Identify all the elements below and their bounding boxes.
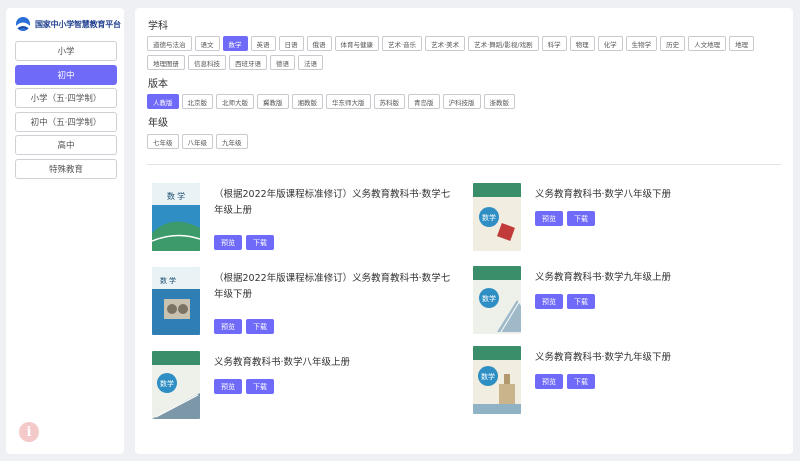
edition-chip[interactable]: 北京版 bbox=[181, 94, 213, 109]
nav-item-junior-54[interactable]: 初中（五·四学制） bbox=[15, 111, 117, 132]
edition-chip[interactable]: 人教版 bbox=[147, 94, 179, 109]
subject-chip[interactable]: 艺术·美术 bbox=[425, 36, 466, 51]
download-button[interactable]: 下载 bbox=[567, 294, 595, 309]
book-cover-text: 数学 bbox=[160, 379, 174, 388]
edition-chip[interactable]: 北师大版 bbox=[216, 94, 254, 109]
download-button[interactable]: 下载 bbox=[567, 211, 595, 226]
preview-button[interactable]: 预览 bbox=[214, 319, 242, 334]
grade-chip[interactable]: 八年级 bbox=[181, 134, 213, 149]
subject-chip[interactable]: 信息科技 bbox=[188, 55, 226, 70]
subject-chip[interactable]: 西班牙语 bbox=[229, 55, 267, 70]
preview-button[interactable]: 预览 bbox=[535, 374, 563, 389]
book-cover[interactable]: 数 学 bbox=[152, 267, 200, 335]
edition-chip[interactable]: 冀教版 bbox=[257, 94, 289, 109]
book-card: 数学 义务教育教科书·数学九年级上册 预览 下载 bbox=[473, 266, 773, 336]
book-cover[interactable]: 数学 bbox=[473, 183, 521, 251]
book-cover-text: 数学 bbox=[482, 213, 496, 222]
subject-chip[interactable]: 化学 bbox=[597, 36, 623, 51]
book-card: 数学 义务教育教科书·数学九年级下册 预览 下载 bbox=[473, 346, 773, 416]
book-card: 数学 义务教育教科书·数学八年级下册 预览 下载 bbox=[473, 183, 773, 253]
download-button[interactable]: 下载 bbox=[246, 379, 274, 394]
book-cover[interactable]: 数学 bbox=[473, 266, 521, 334]
edition-chip[interactable]: 青岛版 bbox=[408, 94, 440, 109]
subject-chip[interactable]: 英语 bbox=[250, 36, 276, 51]
subject-chip[interactable]: 艺术·音乐 bbox=[382, 36, 423, 51]
subject-chip[interactable]: 历史 bbox=[660, 36, 686, 51]
nav-item-special[interactable]: 特殊教育 bbox=[15, 158, 117, 179]
subject-label: 学科 bbox=[148, 21, 168, 32]
book-cover[interactable]: 数学 bbox=[473, 346, 521, 414]
grade-chip[interactable]: 七年级 bbox=[147, 134, 179, 149]
book-card: 数 学 （根据2022年版课程标准修订）义务教育教科书·数学七年级下册 预览 下… bbox=[152, 267, 452, 337]
platform-name: 国家中小学智慧教育平台 bbox=[35, 19, 121, 29]
subject-chip[interactable]: 科学 bbox=[541, 36, 567, 51]
download-button[interactable]: 下载 bbox=[246, 235, 274, 250]
subject-chip[interactable]: 体育与健康 bbox=[334, 36, 379, 51]
subject-chips: 道德与法治 语文 数学 英语 日语 俄语 体育与健康 艺术·音乐 艺术·美术 艺… bbox=[147, 36, 787, 70]
subject-chip[interactable]: 艺术·舞蹈/影视/戏剧 bbox=[468, 36, 539, 51]
subject-chip[interactable]: 法语 bbox=[298, 55, 323, 70]
download-button[interactable]: 下载 bbox=[246, 319, 274, 334]
book-cover-text: 数学 bbox=[482, 294, 496, 303]
nav-item-primary[interactable]: 小学 bbox=[15, 41, 117, 61]
edition-chip[interactable]: 苏科版 bbox=[373, 94, 405, 109]
preview-button[interactable]: 预览 bbox=[214, 379, 242, 394]
book-card: 数学 义务教育教科书·数学八年级上册 预览 下载 bbox=[152, 351, 452, 421]
book-card: 数 学 （根据2022年版课程标准修订）义务教育教科书·数学七年级上册 预览 下… bbox=[152, 183, 452, 253]
book-title[interactable]: 义务教育教科书·数学八年级下册 bbox=[535, 187, 773, 203]
book-cover[interactable]: 数 学 bbox=[152, 183, 200, 251]
subject-chip[interactable]: 日语 bbox=[278, 36, 304, 51]
edition-chip[interactable]: 华东师大版 bbox=[326, 94, 371, 109]
stage-nav: 小学 初中 小学（五·四学制） 初中（五·四学制） 高中 特殊教育 bbox=[15, 41, 117, 182]
book-cover[interactable]: 数学 bbox=[152, 351, 200, 419]
divider bbox=[147, 164, 781, 165]
book-cover-text: 数 学 bbox=[167, 191, 185, 201]
subject-chip[interactable]: 德语 bbox=[270, 55, 295, 70]
subject-chip[interactable]: 地理 bbox=[729, 36, 755, 51]
nav-item-senior[interactable]: 高中 bbox=[15, 135, 117, 155]
preview-button[interactable]: 预览 bbox=[214, 235, 242, 250]
book-title[interactable]: 义务教育教科书·数学九年级上册 bbox=[535, 270, 773, 286]
download-button[interactable]: 下载 bbox=[567, 374, 595, 389]
preview-button[interactable]: 预览 bbox=[535, 211, 563, 226]
sidebar: 国家中小学智慧教育平台 小学 初中 小学（五·四学制） 初中（五·四学制） 高中… bbox=[6, 8, 124, 454]
edition-chip[interactable]: 湘教版 bbox=[291, 94, 323, 109]
subject-chip[interactable]: 语文 bbox=[194, 36, 220, 51]
subject-chip[interactable]: 数学 bbox=[222, 36, 248, 51]
subject-chip[interactable]: 俄语 bbox=[306, 36, 332, 51]
nav-item-junior[interactable]: 初中 bbox=[15, 64, 117, 85]
subject-chip[interactable]: 生物学 bbox=[625, 36, 658, 51]
edition-chips: 人教版 北京版 北师大版 冀教版 湘教版 华东师大版 苏科版 青岛版 沪科技版 … bbox=[147, 94, 787, 109]
platform-logo[interactable]: 国家中小学智慧教育平台 bbox=[14, 16, 121, 32]
nav-item-primary-54[interactable]: 小学（五·四学制） bbox=[15, 88, 117, 108]
book-cover-text: 数 学 bbox=[160, 276, 176, 285]
book-title[interactable]: 义务教育教科书·数学八年级上册 bbox=[214, 355, 452, 371]
book-title[interactable]: （根据2022年版课程标准修订）义务教育教科书·数学七年级上册 bbox=[214, 187, 452, 219]
grade-label: 年级 bbox=[148, 118, 168, 129]
main-panel: 学科 道德与法治 语文 数学 英语 日语 俄语 体育与健康 艺术·音乐 艺术·美… bbox=[135, 8, 793, 454]
book-title[interactable]: 义务教育教科书·数学九年级下册 bbox=[535, 350, 773, 366]
subject-chip[interactable]: 物理 bbox=[569, 36, 595, 51]
preview-button[interactable]: 预览 bbox=[535, 294, 563, 309]
subject-chip[interactable]: 地理图册 bbox=[147, 55, 185, 70]
edition-label: 版本 bbox=[148, 79, 168, 90]
book-cover-text: 数学 bbox=[481, 372, 495, 381]
subject-chip[interactable]: 道德与法治 bbox=[147, 36, 192, 51]
grade-chip[interactable]: 九年级 bbox=[216, 134, 248, 149]
info-icon[interactable]: i bbox=[19, 422, 39, 442]
platform-logo-icon bbox=[16, 17, 30, 31]
edition-chip[interactable]: 沪科技版 bbox=[442, 94, 481, 109]
edition-chip[interactable]: 浙教版 bbox=[483, 94, 515, 109]
book-title[interactable]: （根据2022年版课程标准修订）义务教育教科书·数学七年级下册 bbox=[214, 271, 452, 303]
grade-chips: 七年级 八年级 九年级 bbox=[147, 134, 787, 149]
subject-chip[interactable]: 人文地理 bbox=[688, 36, 727, 51]
